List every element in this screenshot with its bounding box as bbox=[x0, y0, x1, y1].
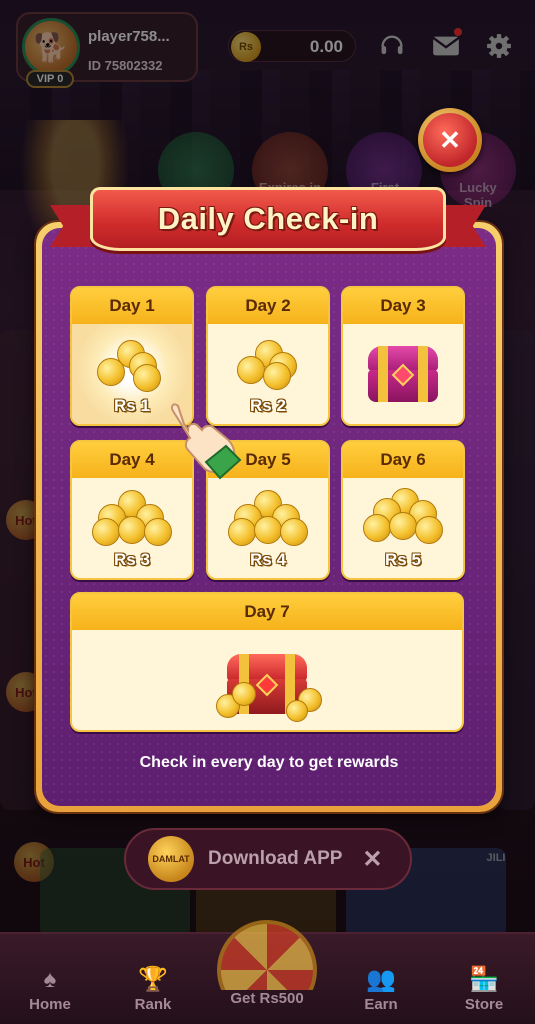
download-app-bar[interactable]: DAMLAT Download APP ✕ bbox=[124, 828, 412, 890]
store-icon: 🏪 bbox=[469, 966, 499, 993]
coins-pile-icon bbox=[92, 490, 172, 546]
day-label: Day 3 bbox=[343, 288, 463, 324]
coin-icon bbox=[286, 700, 308, 722]
coins-pile-icon bbox=[228, 490, 308, 546]
day-reward: Rs 5 bbox=[343, 478, 463, 578]
close-button[interactable]: ✕ bbox=[418, 108, 482, 172]
app-logo: DAMLAT bbox=[148, 836, 194, 882]
checkin-note: Check in every day to get rewards bbox=[139, 754, 399, 771]
banner-main: Daily Check-in bbox=[90, 187, 446, 251]
day-label: Day 1 bbox=[72, 288, 192, 324]
spade-icon: ♠ bbox=[43, 966, 57, 993]
download-app-label[interactable]: Download APP bbox=[208, 848, 342, 870]
coins-stack-icon bbox=[97, 340, 167, 392]
day-label: Day 6 bbox=[343, 442, 463, 478]
trophy-icon: 🏆 bbox=[138, 966, 168, 993]
coin-icon bbox=[232, 682, 256, 706]
close-icon[interactable]: ✕ bbox=[362, 845, 382, 874]
wheel-icon[interactable] bbox=[217, 920, 317, 990]
reward-amount: Rs 5 bbox=[385, 550, 421, 569]
nav-item-earn[interactable]: 👥 Earn bbox=[341, 964, 421, 1014]
day-card-3[interactable]: Day 3 bbox=[341, 286, 465, 426]
modal-title: Daily Check-in bbox=[157, 201, 379, 236]
treasure-chest-icon bbox=[368, 346, 438, 402]
nav-label: Home bbox=[29, 996, 71, 1013]
nav-label: Store bbox=[464, 996, 504, 1013]
users-icon: 👥 bbox=[366, 966, 396, 993]
nav-item-get-bonus[interactable]: Get Rs500 bbox=[207, 990, 327, 1007]
day-label: Day 2 bbox=[208, 288, 328, 324]
day-reward bbox=[72, 630, 462, 730]
day-label: Day 7 bbox=[72, 594, 462, 630]
day-card-6[interactable]: Day 6 Rs 5 bbox=[341, 440, 465, 580]
nav-item-rank[interactable]: 🏆 Rank bbox=[113, 964, 193, 1014]
nav-label: Earn bbox=[364, 996, 398, 1013]
nav-label: Rank bbox=[134, 996, 172, 1013]
day-card-7[interactable]: Day 7 bbox=[70, 592, 464, 732]
nav-item-store[interactable]: 🏪 Store bbox=[444, 964, 524, 1014]
reward-amount: Rs 3 bbox=[114, 550, 150, 569]
coins-pile-icon bbox=[363, 488, 443, 546]
title-banner: Daily Check-in bbox=[50, 183, 486, 259]
reward-amount: Rs 4 bbox=[250, 550, 286, 569]
pointing-hand-icon bbox=[168, 398, 246, 480]
day-reward bbox=[343, 324, 463, 424]
coins-stack-icon bbox=[233, 340, 303, 390]
nav-item-home[interactable]: ♠ Home bbox=[10, 964, 90, 1014]
day-reward: Rs 3 bbox=[72, 478, 192, 578]
day-reward: Rs 4 bbox=[208, 478, 328, 578]
close-icon: ✕ bbox=[423, 113, 477, 167]
